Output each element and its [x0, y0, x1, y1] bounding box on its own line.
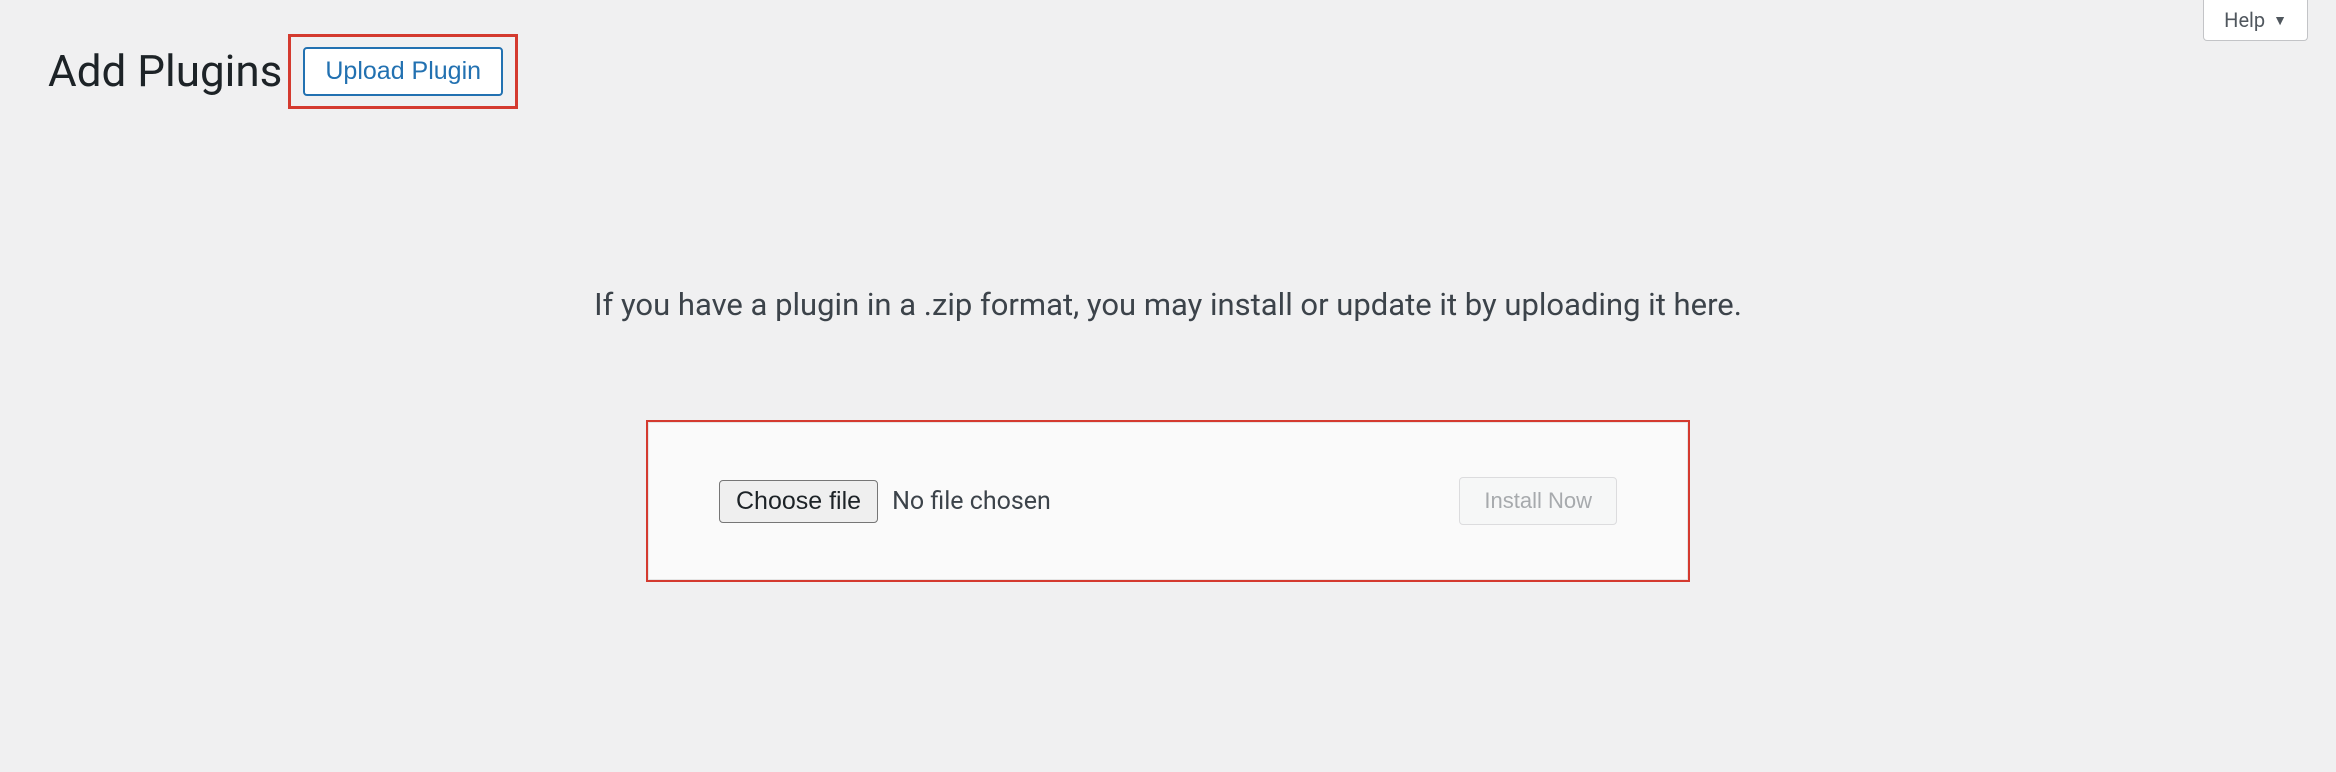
- upload-plugin-button[interactable]: Upload Plugin: [303, 47, 503, 96]
- install-now-button[interactable]: Install Now: [1459, 477, 1617, 525]
- upload-button-highlight: Upload Plugin: [288, 34, 518, 109]
- help-tab[interactable]: Help ▼: [2203, 0, 2308, 41]
- chevron-down-icon: ▼: [2273, 12, 2287, 29]
- file-input-group: Choose file No file chosen: [719, 480, 1051, 523]
- page-title: Add Plugins: [48, 43, 282, 100]
- upload-form-highlight: Choose file No file chosen Install Now: [646, 420, 1690, 582]
- page-header: Add Plugins Upload Plugin: [48, 34, 518, 109]
- help-label: Help: [2224, 8, 2265, 32]
- file-status-text: No file chosen: [892, 487, 1051, 516]
- upload-form: Choose file No file chosen Install Now: [648, 422, 1688, 580]
- choose-file-button[interactable]: Choose file: [719, 480, 878, 523]
- instruction-text: If you have a plugin in a .zip format, y…: [0, 286, 2336, 323]
